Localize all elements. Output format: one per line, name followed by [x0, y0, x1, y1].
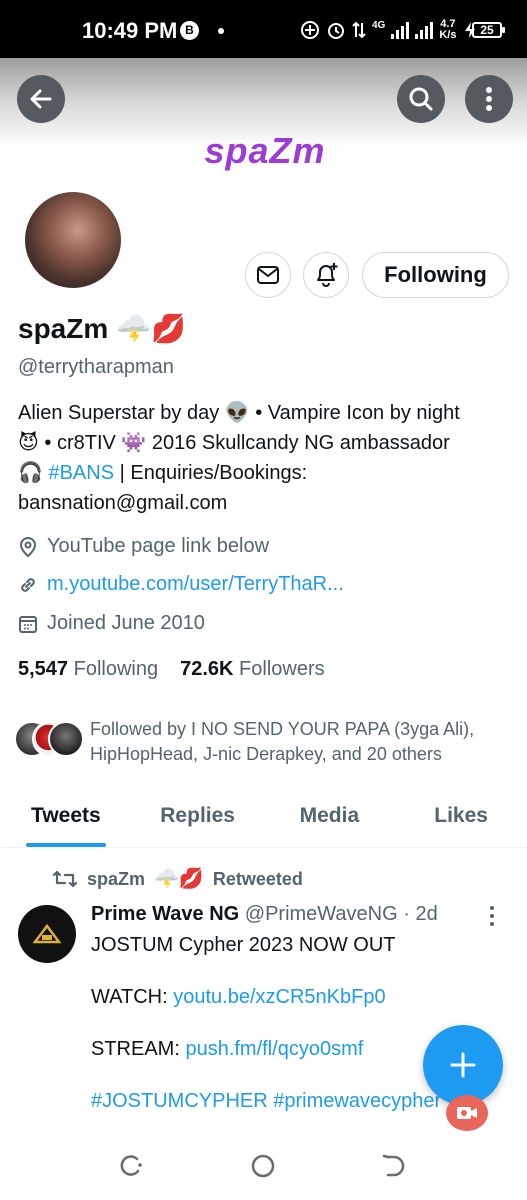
profile-handle: @terrytharapman: [18, 356, 174, 378]
profile-bio: Alien Superstar by day 👽 • Vampire Icon …: [18, 398, 478, 518]
b-badge-icon: B: [180, 21, 199, 40]
network-type: 4G: [372, 19, 386, 31]
bell-plus-icon: [317, 263, 338, 287]
nav-home-button[interactable]: [249, 1152, 277, 1185]
status-icons: 4G 4.7 K/s: [300, 16, 478, 44]
signal-icon-2: [415, 21, 434, 39]
compose-tweet-button[interactable]: [423, 1025, 503, 1105]
stream-link[interactable]: push.fm/fl/qcyo0smf: [185, 1038, 363, 1060]
profile-tabs: Tweets Replies Media Likes: [0, 790, 527, 848]
status-time: 10:49 PM: [82, 18, 178, 43]
retweet-icon: [52, 870, 78, 888]
retweet-user: spaZm: [87, 868, 146, 889]
back-icon: [382, 1154, 405, 1177]
banner-brand-logo: spaZm: [204, 130, 326, 171]
following-count: 5,547: [18, 658, 69, 680]
tab-replies[interactable]: Replies: [132, 790, 264, 847]
notification-dot-icon: [218, 28, 224, 34]
back-button[interactable]: [17, 75, 65, 123]
watch-link[interactable]: youtu.be/xzCR5nKbFp0: [173, 986, 385, 1008]
profile-joined-row: Joined June 2010: [18, 612, 205, 635]
nav-recents-button[interactable]: [117, 1152, 145, 1185]
followed-by-text: Followed by I NO SEND YOUR PAPA (3yga Al…: [90, 719, 475, 764]
tweet-author-handle: @PrimeWaveNG: [244, 903, 398, 925]
add-circle-icon: [301, 21, 319, 39]
battery-icon: 25: [472, 22, 505, 38]
alarm-icon: [328, 23, 344, 39]
tweet-watch-line: WATCH: youtu.be/xzCR5nKbFp0: [91, 984, 511, 1010]
profile-name-row: spaZm 🌩️💋: [18, 313, 186, 345]
signal-icon: [391, 21, 410, 39]
screen-record-button[interactable]: [446, 1095, 488, 1131]
net-speed: 4.7 K/s: [439, 19, 456, 41]
prime-wave-logo-icon: [32, 923, 62, 944]
search-icon: [409, 87, 433, 111]
tweet-more-button[interactable]: [488, 905, 496, 932]
tweet-header: Prime Wave NG @PrimeWaveNG · 2d: [91, 903, 438, 926]
video-record-icon: [457, 1107, 477, 1119]
profile-location-row: YouTube page link below: [18, 535, 269, 558]
tweet-author-avatar[interactable]: [18, 905, 76, 963]
search-button[interactable]: [397, 75, 445, 123]
follow-counts: 5,547 Following 72.6K Followers: [18, 658, 325, 681]
tab-tweets[interactable]: Tweets: [0, 790, 132, 847]
followers-count-link[interactable]: 72.6K Followers: [180, 658, 325, 681]
recents-icon: [120, 1155, 142, 1176]
followed-by-row[interactable]: Followed by I NO SEND YOUR PAPA (3yga Al…: [14, 717, 514, 767]
tweet-time: · 2d: [403, 903, 438, 925]
profile-joined: Joined June 2010: [47, 612, 205, 634]
system-nav-bar: [0, 1136, 527, 1200]
mail-icon: [257, 266, 279, 284]
stream-label: STREAM:: [91, 1038, 186, 1060]
calendar-icon: [19, 615, 37, 633]
followed-by-avatars: [14, 721, 84, 761]
profile-url-row: m.youtube.com/user/TerryThaR...: [18, 573, 344, 596]
profile-location: YouTube page link below: [47, 535, 270, 557]
notify-button[interactable]: [303, 252, 349, 298]
bio-hashtag-link[interactable]: #BANS: [48, 462, 114, 484]
location-pin-icon: [19, 536, 37, 557]
tab-likes[interactable]: Likes: [395, 790, 527, 847]
tweet-line-1: JOSTUM Cypher 2023 NOW OUT: [91, 934, 396, 956]
more-vertical-icon: [486, 87, 492, 111]
plus-icon: [450, 1052, 476, 1078]
name-emojis: 🌩️💋: [116, 313, 186, 344]
following-count-link[interactable]: 5,547 Following: [18, 658, 158, 681]
more-options-button[interactable]: [465, 75, 513, 123]
retweet-emojis: 🌩️💋: [154, 868, 204, 890]
status-bar: 10:49 PM B 4G 4.7 K/s 25: [0, 0, 527, 58]
following-button[interactable]: Following: [362, 252, 509, 298]
retweet-label: Retweeted: [212, 868, 303, 889]
data-arrows-icon: [352, 21, 366, 39]
tweet-author-name[interactable]: Prime Wave NG: [91, 903, 239, 925]
nav-back-button[interactable]: [380, 1152, 408, 1185]
message-button[interactable]: [245, 252, 291, 298]
retweet-indicator: spaZm 🌩️💋 Retweeted: [52, 865, 303, 893]
followers-count: 72.6K: [180, 658, 234, 680]
watch-label: WATCH:: [91, 986, 174, 1008]
tab-media[interactable]: Media: [264, 790, 396, 847]
more-vertical-icon: [490, 906, 494, 926]
avatar: [48, 721, 84, 757]
link-icon: [21, 577, 35, 592]
following-label: Following: [73, 658, 159, 680]
arrow-left-icon: [30, 89, 52, 109]
profile-avatar[interactable]: [22, 189, 124, 291]
home-circle-icon: [251, 1154, 275, 1178]
net-speed-unit: K/s: [439, 29, 457, 41]
profile-name: spaZm: [18, 313, 109, 344]
profile-url-link[interactable]: m.youtube.com/user/TerryThaR...: [47, 573, 344, 596]
followers-label: Followers: [239, 658, 325, 680]
